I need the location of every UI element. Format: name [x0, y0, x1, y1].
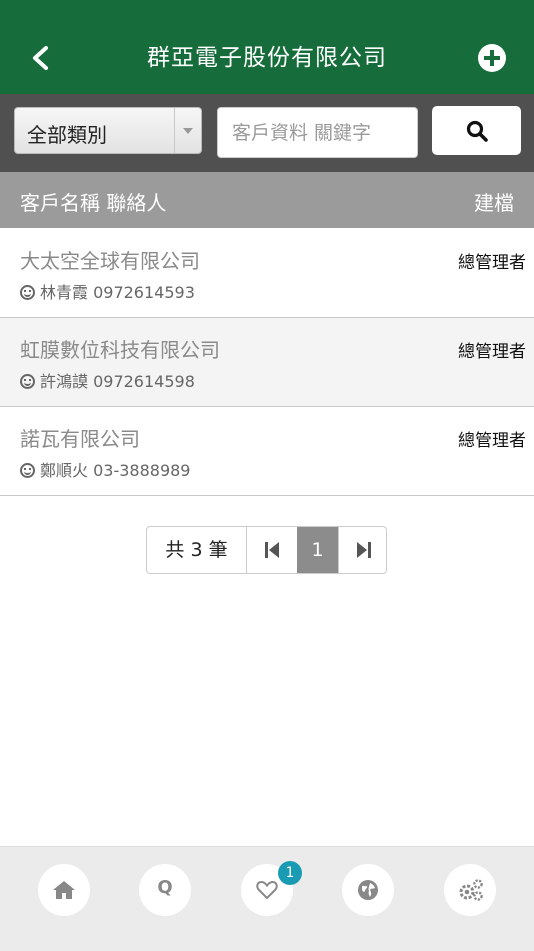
customer-row[interactable]: 大太空全球有限公司 總管理者 林青霞 0972614593: [0, 229, 534, 318]
current-page-button[interactable]: 1: [297, 527, 338, 573]
column-created-by: 建檔: [474, 191, 514, 215]
customer-name: 諾瓦有限公司: [20, 427, 140, 451]
first-page-button[interactable]: [247, 527, 298, 573]
category-select[interactable]: 全部類別: [14, 107, 202, 154]
category-select-value: 全部類別: [27, 123, 107, 147]
heart-icon: [256, 880, 278, 900]
smile-icon: [20, 463, 35, 478]
contact-text: 許鴻謨 0972614598: [40, 372, 195, 391]
contact-text: 鄭順火 03-3888989: [40, 461, 191, 480]
chevron-down-icon: [174, 108, 201, 153]
pagination: 共 3 筆 1: [146, 526, 387, 574]
add-customer-button[interactable]: [478, 44, 506, 72]
customer-name: 大太空全球有限公司: [20, 249, 200, 273]
column-customer-contact: 客戶名稱 聯絡人: [20, 191, 167, 215]
customer-row[interactable]: 諾瓦有限公司 總管理者 鄭順火 03-3888989: [0, 407, 534, 496]
search-button[interactable]: [432, 106, 521, 155]
home-icon: [53, 881, 75, 899]
customer-contact: 鄭順火 03-3888989: [20, 457, 190, 481]
search-icon: [466, 120, 488, 142]
customer-contact: 許鴻謨 0972614598: [20, 368, 195, 392]
globe-icon: [358, 880, 378, 900]
customer-name: 虹膜數位科技有限公司: [20, 338, 220, 362]
q-icon: Q: [157, 877, 173, 898]
customer-contact: 林青霞 0972614593: [20, 279, 195, 303]
chevron-left-icon: [33, 46, 48, 70]
bottom-tab-bar: Q: [0, 846, 534, 951]
contact-text: 林青霞 0972614593: [40, 283, 195, 302]
smile-icon: [20, 285, 35, 300]
gears-icon: [459, 879, 483, 901]
total-count: 共 3 筆: [147, 527, 247, 573]
favorites-badge: 1: [278, 861, 302, 885]
last-page-button[interactable]: [338, 527, 387, 573]
tab-query[interactable]: Q: [139, 864, 191, 916]
customer-creator: 總管理者: [458, 431, 526, 451]
app-header: 群亞電子股份有限公司: [0, 0, 534, 94]
step-backward-icon: [265, 542, 279, 558]
customer-creator: 總管理者: [458, 253, 526, 273]
back-button[interactable]: [22, 38, 62, 78]
customer-creator: 總管理者: [458, 342, 526, 362]
filter-toolbar: 全部類別: [0, 94, 534, 172]
step-forward-icon: [357, 542, 371, 558]
list-column-header: 客戶名稱 聯絡人 建檔: [0, 172, 534, 228]
tab-settings[interactable]: [444, 864, 496, 916]
search-input[interactable]: [217, 107, 418, 158]
tab-globe[interactable]: [342, 864, 394, 916]
customer-row[interactable]: 虹膜數位科技有限公司 總管理者 許鴻謨 0972614598: [0, 318, 534, 407]
smile-icon: [20, 374, 35, 389]
tab-home[interactable]: [38, 864, 90, 916]
page-title: 群亞電子股份有限公司: [147, 45, 387, 71]
